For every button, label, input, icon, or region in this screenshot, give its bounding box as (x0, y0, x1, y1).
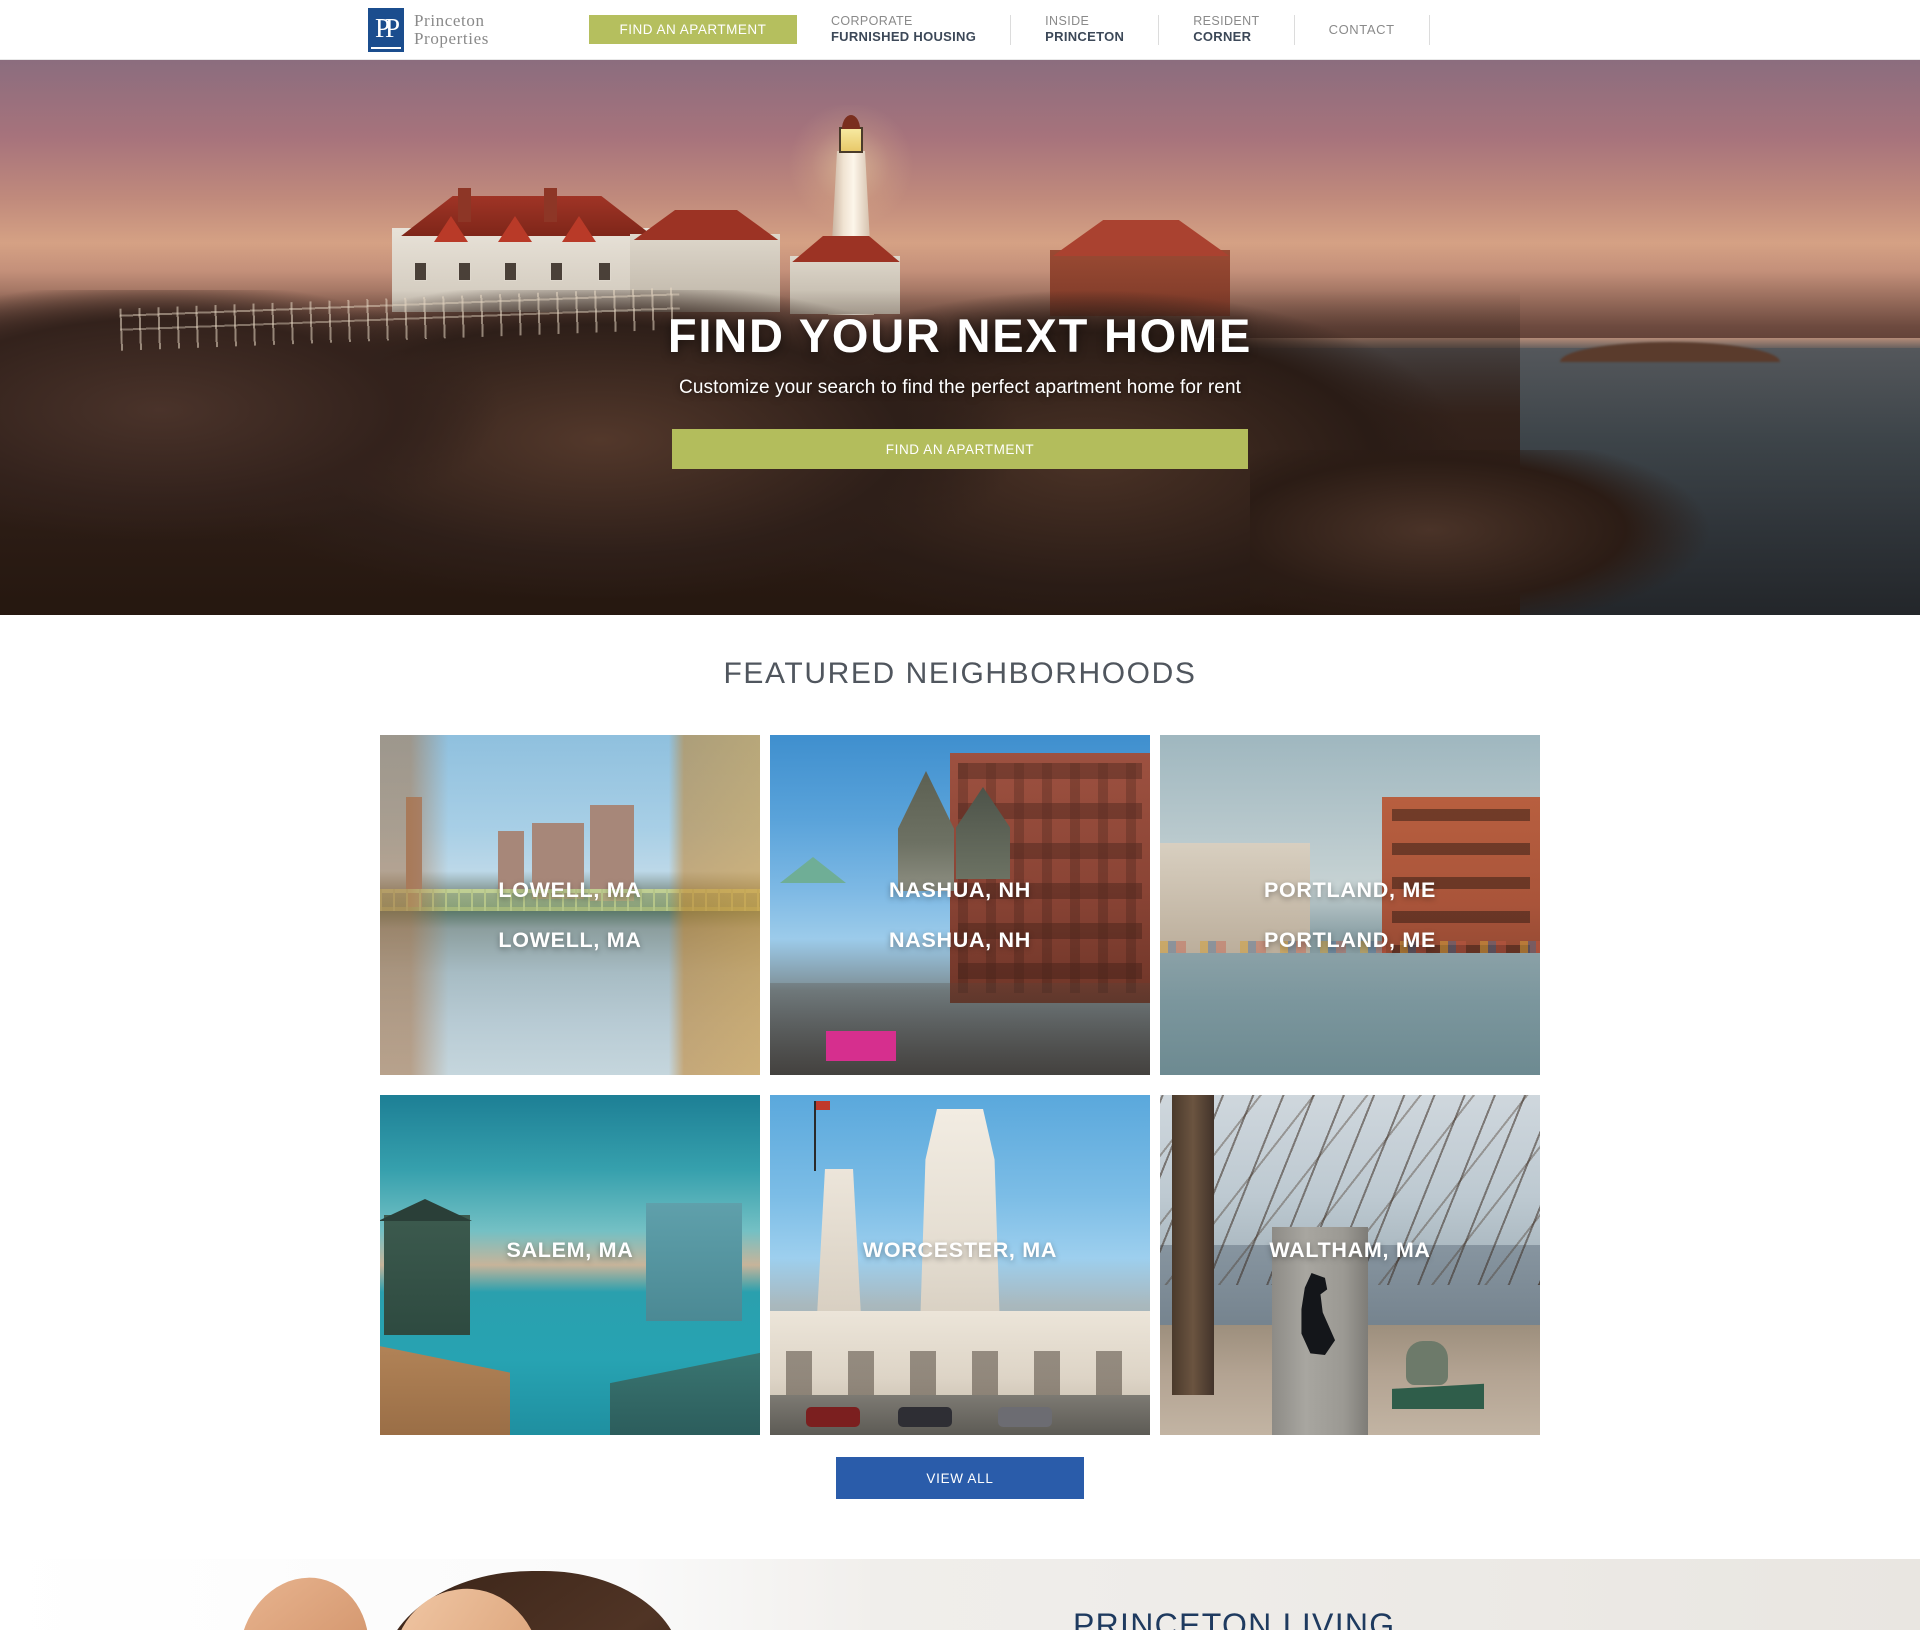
seawall (610, 1352, 760, 1435)
nav-divider (1428, 14, 1430, 45)
neighborhood-card-portland[interactable]: PORTLAND, ME PORTLAND, ME (1160, 735, 1540, 1075)
house-chimney (544, 188, 557, 222)
historic-house (384, 1215, 470, 1335)
parked-car (998, 1407, 1052, 1427)
house-window (458, 262, 471, 281)
card-photo-lowell-duplicate (380, 893, 760, 1075)
princeton-living-title: PRINCETON LIVING (1073, 1607, 1396, 1630)
house-chimney (458, 188, 471, 222)
card-label-waltham: WALTHAM, MA (1160, 1238, 1540, 1263)
parked-car (898, 1407, 952, 1427)
card-photo-nashua-duplicate (770, 893, 1150, 1075)
nav-item-label-bottom: FURNISHED HOUSING (830, 29, 977, 45)
site-logo[interactable]: PP Princeton Properties (368, 7, 489, 52)
card-label-text: LOWELL, MA (498, 878, 642, 902)
nav-item-resident-corner[interactable]: RESIDENT CORNER (1159, 12, 1293, 48)
logo-glyph: PP (374, 12, 400, 43)
card-photo-salem (380, 1095, 760, 1435)
neighborhood-card-grid: LOWELL, MA LOWELL, MA NASHUA, NH NASHUA,… (380, 735, 1540, 1435)
church-spire (898, 771, 954, 891)
princeton-living-section: PRINCETON LIVING At Princeton Properties… (0, 1559, 1920, 1630)
card-photo-portland-duplicate (1160, 893, 1540, 1075)
card-label-text: PORTLAND, ME (1263, 928, 1437, 952)
hero-rocks-right (1250, 450, 1770, 615)
logo-line-2: Properties (414, 28, 489, 48)
nav-items: CORPORATE FURNISHED HOUSING INSIDE PRINC… (797, 0, 1430, 60)
pink-truck (826, 1031, 896, 1061)
princeton-living-photo (0, 1559, 870, 1630)
card-photo-waltham (1160, 1095, 1540, 1435)
nav-item-label: CONTACT (1328, 22, 1395, 37)
nav-item-label-top: RESIDENT (1193, 13, 1260, 28)
card-ghost-layer (1160, 893, 1540, 1075)
street-level (770, 983, 1150, 1075)
nav-item-contact[interactable]: CONTACT (1295, 12, 1429, 48)
logo-line-1: Princeton (414, 10, 485, 30)
logo-underbar (371, 46, 401, 49)
flagpole (814, 1101, 830, 1171)
card-ghost-layer (770, 893, 1150, 1075)
card-label-text: SALEM, MA (506, 1238, 634, 1262)
card-label-worcester: WORCESTER, MA (770, 1238, 1150, 1263)
hero-find-an-apartment-button[interactable]: FIND AN APARTMENT (672, 429, 1248, 469)
card-label-text: NASHUA, NH (889, 928, 1031, 952)
card-label-text: WORCESTER, MA (862, 1238, 1058, 1262)
parked-car (806, 1407, 860, 1427)
station-tower-main (919, 1109, 1001, 1339)
man-head (225, 1565, 383, 1630)
view-all-container: VIEW ALL (380, 1457, 1540, 1499)
nav-item-label-bottom: PRINCETON (1045, 29, 1125, 45)
card-label-text: WALTHAM, MA (1269, 1238, 1431, 1262)
historic-house-roof (380, 1199, 472, 1221)
card-label-portland-duplicate: PORTLAND, ME (1160, 928, 1540, 953)
card-label-lowell-duplicate: LOWELL, MA (380, 928, 760, 953)
house-window (414, 262, 427, 281)
lighthouse-lamp (839, 127, 863, 153)
nav-item-label-top: INSIDE (1045, 13, 1090, 28)
card-label-portland: PORTLAND, ME (1160, 878, 1540, 903)
featured-neighborhoods-section: FEATURED NEIGHBORHOODS LOWELL, MA LOWELL… (0, 615, 1920, 1499)
harbor-water (1160, 953, 1540, 1075)
neighborhood-card-waltham[interactable]: WALTHAM, MA (1160, 1095, 1540, 1435)
hero-subtitle: Customize your search to find the perfec… (679, 377, 1241, 398)
card-label-nashua: NASHUA, NH (770, 878, 1150, 903)
nav-item-corporate-furnished-housing[interactable]: CORPORATE FURNISHED HOUSING (797, 12, 1010, 48)
card-ghost-layer (380, 893, 760, 1075)
featured-neighborhoods-title: FEATURED NEIGHBORHOODS (723, 657, 1197, 690)
card-label-salem: SALEM, MA (380, 1238, 760, 1263)
neighborhood-card-lowell[interactable]: LOWELL, MA LOWELL, MA (380, 735, 760, 1075)
neighborhood-card-salem[interactable]: SALEM, MA (380, 1095, 760, 1435)
house-window (598, 262, 611, 281)
primary-navigation: FIND AN APARTMENT CORPORATE FURNISHED HO… (588, 0, 1430, 60)
princeton-living-copy: PRINCETON LIVING At Princeton Properties… (1073, 1607, 1513, 1630)
card-label-text: NASHUA, NH (889, 878, 1031, 902)
view-all-button[interactable]: VIEW ALL (836, 1457, 1084, 1499)
card-label-nashua-duplicate: NASHUA, NH (770, 928, 1150, 953)
hero-title: FIND YOUR NEXT HOME (667, 309, 1253, 362)
site-header: PP Princeton Properties FIND AN APARTMEN… (0, 0, 1920, 60)
nav-item-label-bottom: CORNER (1193, 29, 1252, 45)
card-photo-worcester (770, 1095, 1150, 1435)
card-label-text: LOWELL, MA (498, 928, 642, 952)
logo-monogram-icon: PP (368, 7, 404, 52)
house-window (504, 262, 517, 281)
seated-person (1406, 1341, 1448, 1385)
house-roof (401, 196, 653, 236)
hero-content: FIND YOUR NEXT HOME Customize your searc… (0, 308, 1920, 469)
card-label-text: PORTLAND, ME (1263, 878, 1437, 902)
neighborhood-card-nashua[interactable]: NASHUA, NH NASHUA, NH (770, 735, 1150, 1075)
nav-item-inside-princeton[interactable]: INSIDE PRINCETON (1011, 12, 1158, 48)
nav-item-label-top: CORPORATE (830, 13, 913, 28)
logo-wordmark: Princeton Properties (414, 10, 489, 48)
card-label-lowell: LOWELL, MA (380, 878, 760, 903)
hero-banner: FIND YOUR NEXT HOME Customize your searc… (0, 60, 1920, 615)
house-window (550, 262, 563, 281)
neighborhood-card-worcester[interactable]: WORCESTER, MA (770, 1095, 1150, 1435)
nav-find-an-apartment-button[interactable]: FIND AN APARTMENT (588, 15, 797, 44)
smiling-couple-illustration (110, 1565, 830, 1630)
